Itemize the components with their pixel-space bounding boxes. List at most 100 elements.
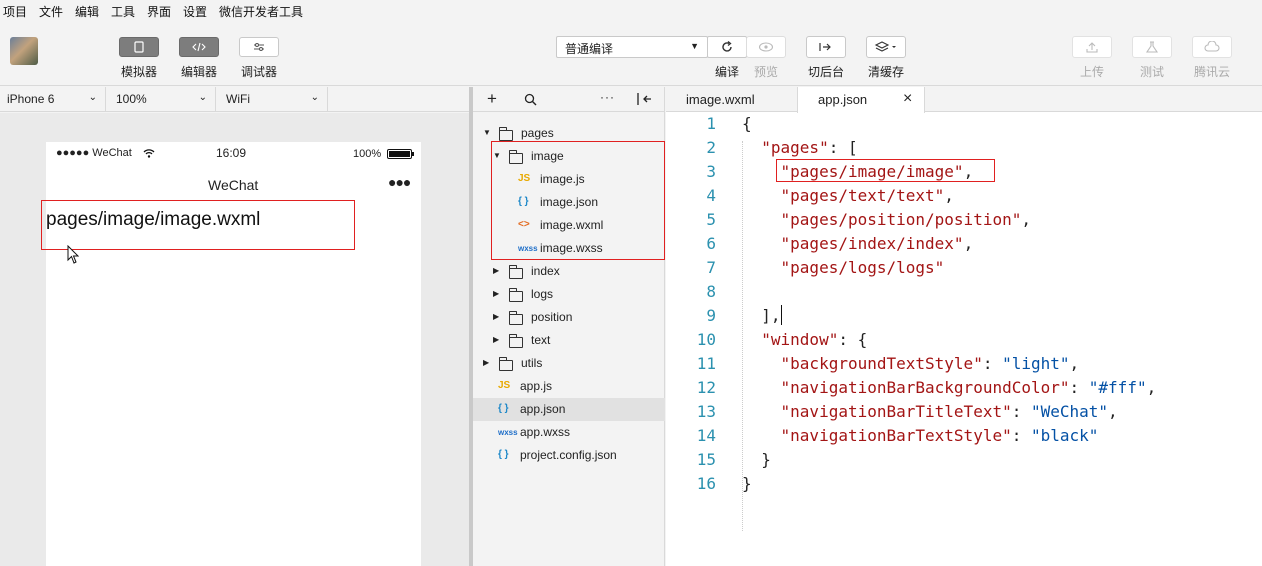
file-tree-label: app.json: [520, 402, 566, 416]
file-tree-item[interactable]: ▶ index: [473, 260, 665, 283]
compile-mode-value: 普通编译: [565, 42, 614, 56]
line-number: 12: [696, 378, 716, 397]
file-tree-item[interactable]: { } project.config.json: [473, 444, 665, 467]
line-number: 1: [706, 114, 716, 133]
file-tree-item[interactable]: JS app.js: [473, 375, 665, 398]
preview-button[interactable]: [746, 36, 786, 58]
device-value: iPhone 6: [7, 92, 55, 106]
code-line: 7 "pages/logs/logs": [666, 258, 1262, 282]
folder-icon: [499, 127, 513, 141]
simulator-toggle-button[interactable]: [119, 37, 159, 57]
collapse-panel-icon[interactable]: [636, 92, 652, 106]
file-tree-item[interactable]: wxss app.wxss: [473, 421, 665, 444]
folder-icon: [509, 334, 523, 348]
code-text: "pages/position/position",: [780, 210, 1031, 229]
device-select[interactable]: iPhone 6 ⌄: [0, 87, 106, 112]
test-label: 测试: [1139, 65, 1164, 79]
caret-down-icon: ▼: [690, 41, 699, 51]
background-button[interactable]: [806, 36, 846, 58]
code-text: }: [761, 450, 771, 469]
line-number: 3: [706, 162, 716, 181]
line-number: 13: [696, 402, 716, 421]
close-icon[interactable]: ×: [903, 90, 912, 108]
switch-background-icon: [819, 43, 831, 51]
file-tree-item[interactable]: ▶ position: [473, 306, 665, 329]
zoom-select[interactable]: 100% ⌄: [106, 87, 216, 112]
code-line: 12 "navigationBarBackgroundColor": "#fff…: [666, 378, 1262, 402]
debugger-toggle-button[interactable]: [239, 37, 279, 57]
caret-right-icon[interactable]: ▶: [483, 358, 489, 367]
network-select[interactable]: WiFi ⌄: [216, 87, 328, 112]
compile-mode-select[interactable]: 普通编译 ▼: [556, 36, 708, 58]
code-text: }: [742, 474, 752, 493]
line-number: 6: [706, 234, 716, 253]
file-tree-label: app.wxss: [520, 425, 571, 439]
search-icon[interactable]: [524, 93, 537, 106]
folder-icon: [509, 288, 523, 302]
editor-toggle-button[interactable]: [179, 37, 219, 57]
clear-cache-button[interactable]: [866, 36, 906, 58]
test-button[interactable]: [1132, 36, 1172, 58]
caret-right-icon[interactable]: ▶: [493, 289, 499, 298]
file-tree-item[interactable]: ▶ text: [473, 329, 665, 352]
cursor-arrow-icon: [67, 245, 79, 264]
file-tree-label: app.js: [520, 379, 553, 393]
code-line: 16}: [666, 474, 1262, 498]
line-number: 15: [696, 450, 716, 469]
line-number: 10: [696, 330, 716, 349]
caret-down-icon[interactable]: ▼: [483, 128, 491, 137]
cloud-button[interactable]: [1192, 36, 1232, 58]
menu-devtools[interactable]: 微信开发者工具: [219, 3, 303, 20]
zoom-value: 100%: [116, 92, 147, 106]
device-bar: iPhone 6 ⌄ 100% ⌄ WiFi ⌄: [0, 87, 472, 112]
line-number: 9: [706, 306, 716, 325]
code-text: "navigationBarBackgroundColor": "#fff",: [780, 378, 1157, 397]
upload-label: 上传: [1079, 65, 1104, 79]
menu-project[interactable]: 项目: [3, 3, 27, 20]
code-text: "pages/index/index",: [780, 234, 974, 253]
line-number: 14: [696, 426, 716, 445]
phone-icon: [134, 41, 144, 53]
file-tree-label: pages: [521, 126, 554, 140]
file-tree-label: project.config.json: [520, 448, 617, 462]
code-line: 14 "navigationBarTextStyle": "black": [666, 426, 1262, 450]
code-line: 13 "navigationBarTitleText": "WeChat",: [666, 402, 1262, 426]
caret-right-icon[interactable]: ▶: [493, 266, 499, 275]
file-tree-item[interactable]: ▶ logs: [473, 283, 665, 306]
file-tree-label: utils: [521, 356, 543, 370]
upload-button[interactable]: [1072, 36, 1112, 58]
line-number: 2: [706, 138, 716, 157]
explorer-toolbar: + ···: [473, 87, 665, 112]
code-line: 6 "pages/index/index",: [666, 234, 1262, 258]
more-options-icon[interactable]: ···: [600, 90, 615, 104]
tab-image-wxml[interactable]: image.wxml: [666, 87, 797, 113]
file-tree-label: text: [531, 333, 551, 347]
status-time: 16:09: [216, 146, 247, 160]
add-icon[interactable]: +: [487, 89, 497, 109]
more-icon[interactable]: ●●●: [388, 174, 411, 190]
menu-tools[interactable]: 工具: [111, 3, 135, 20]
compile-button[interactable]: [707, 36, 747, 58]
file-tree-item[interactable]: { } app.json: [473, 398, 665, 421]
caret-right-icon[interactable]: ▶: [493, 335, 499, 344]
highlight-box-phone: [41, 200, 355, 250]
battery-icon: [387, 149, 414, 159]
folder-icon: [509, 311, 523, 325]
menu-file[interactable]: 文件: [39, 3, 63, 20]
editor-label: 编辑器: [180, 65, 217, 79]
highlight-box-image-folder: [491, 141, 665, 260]
network-value: WiFi: [226, 92, 250, 106]
code-text: ],: [761, 306, 781, 325]
caret-right-icon[interactable]: ▶: [493, 312, 499, 321]
indent-guide: [742, 141, 743, 531]
tab-app-json[interactable]: app.json ×: [797, 87, 925, 113]
editor-tabs: image.wxml app.json ×: [666, 87, 1262, 113]
menu-settings[interactable]: 设置: [183, 3, 207, 20]
menu-view[interactable]: 界面: [147, 3, 171, 20]
code-text: "pages/text/text",: [780, 186, 954, 205]
menu-edit[interactable]: 编辑: [75, 3, 99, 20]
upload-icon: [1086, 42, 1098, 53]
line-number: 4: [706, 186, 716, 205]
file-tree-item[interactable]: ▶ utils: [473, 352, 665, 375]
avatar[interactable]: [10, 37, 38, 65]
